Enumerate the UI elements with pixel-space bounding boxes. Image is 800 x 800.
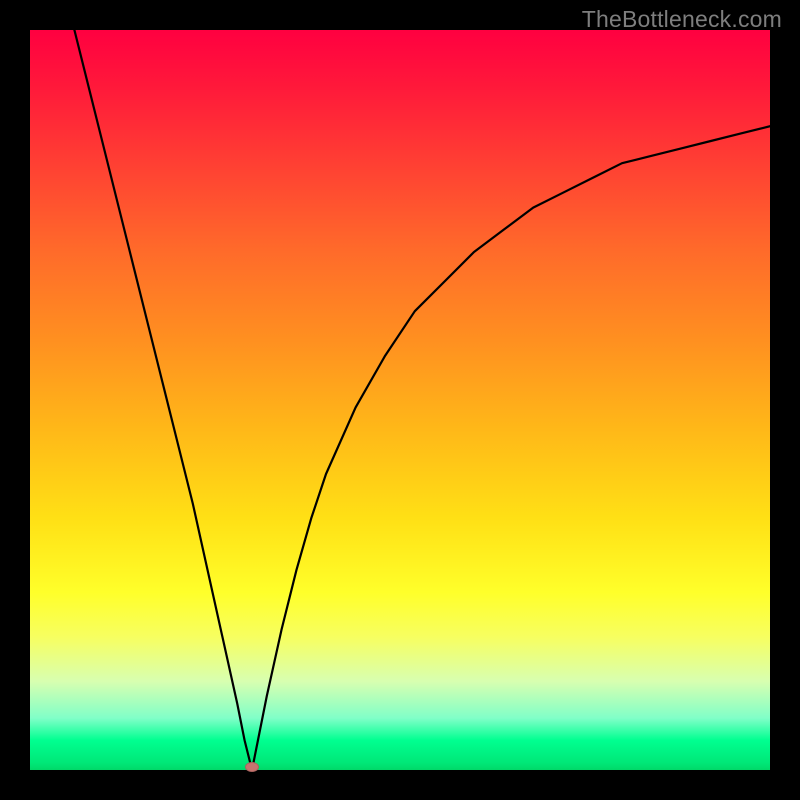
curve-svg bbox=[30, 30, 770, 770]
curve-right-branch bbox=[252, 126, 770, 770]
chart-frame: TheBottleneck.com bbox=[0, 0, 800, 800]
plot-area bbox=[30, 30, 770, 770]
curve-left-branch bbox=[74, 30, 252, 770]
min-point-marker bbox=[245, 762, 259, 772]
watermark-text: TheBottleneck.com bbox=[582, 6, 782, 33]
